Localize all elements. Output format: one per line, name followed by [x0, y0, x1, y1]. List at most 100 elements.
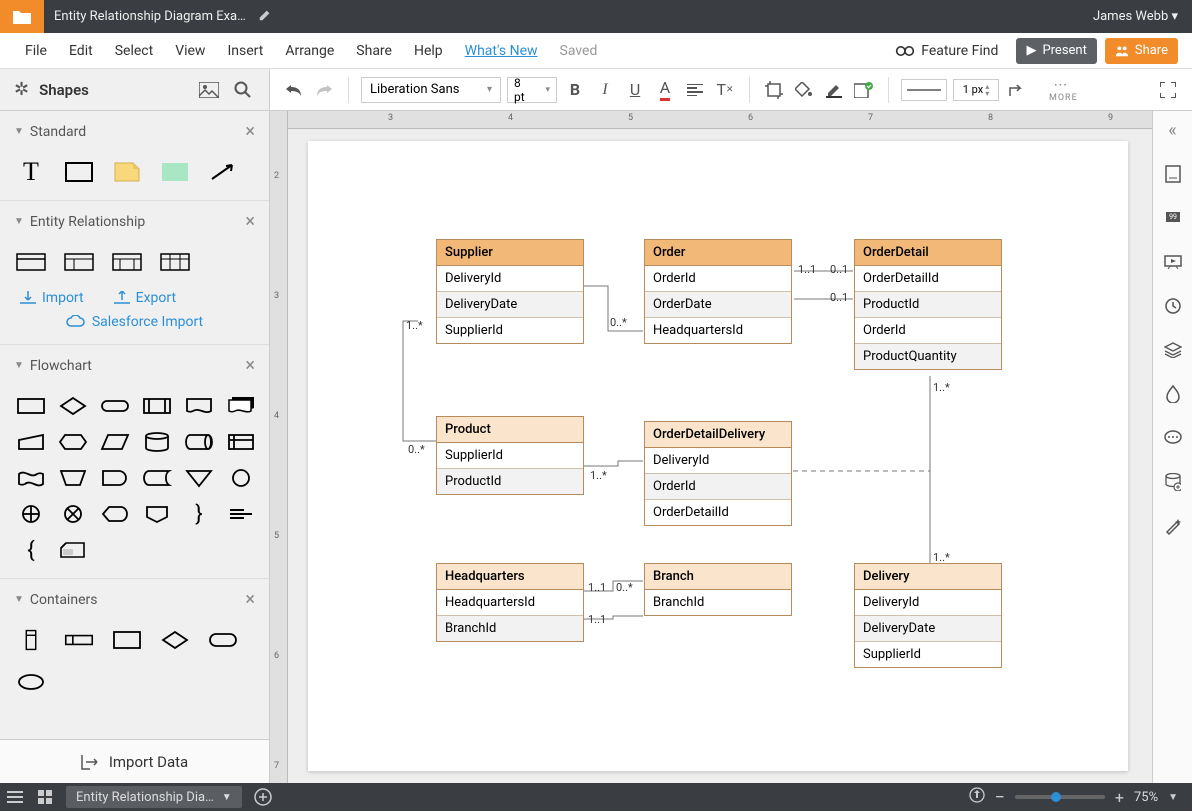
- arrow-shape[interactable]: [206, 158, 240, 186]
- line-width-select[interactable]: 1 px▴▾: [953, 79, 999, 101]
- page-tab[interactable]: Entity Relationship Dia… ▼: [66, 786, 242, 808]
- menu-select[interactable]: Select: [104, 43, 164, 59]
- er-shape-3[interactable]: [110, 248, 144, 276]
- entity-order[interactable]: Order OrderId OrderDate HeadquartersId: [644, 239, 792, 344]
- connector-button[interactable]: [1005, 78, 1029, 102]
- import-data-button[interactable]: Import Data: [0, 739, 269, 783]
- doc-icon[interactable]: [0, 0, 44, 33]
- canvas-area[interactable]: 2 3 4 5 6 7 3 4 5 6 7 8 9: [270, 111, 1152, 783]
- data-icon[interactable]: [1162, 471, 1184, 493]
- search-icon[interactable]: [231, 78, 255, 102]
- close-icon[interactable]: ×: [245, 121, 255, 142]
- feature-find[interactable]: Feature Find: [885, 43, 1008, 59]
- user-menu[interactable]: James Webb ▾: [1079, 9, 1192, 24]
- fc-multidoc[interactable]: [224, 392, 258, 420]
- close-icon[interactable]: ×: [245, 211, 255, 232]
- fc-brace-left[interactable]: {: [14, 536, 48, 564]
- chevron-down-icon[interactable]: ▼: [1168, 792, 1178, 803]
- container-6[interactable]: [14, 668, 48, 696]
- share-button[interactable]: Share: [1105, 38, 1178, 64]
- container-3[interactable]: [110, 626, 144, 654]
- undo-button[interactable]: [282, 78, 306, 102]
- shape-check-button[interactable]: [852, 78, 876, 102]
- align-button[interactable]: [683, 78, 707, 102]
- container-5[interactable]: [206, 626, 240, 654]
- panel-containers-header[interactable]: ▼ Containers ×: [0, 578, 269, 620]
- theme-icon[interactable]: [1162, 383, 1184, 405]
- list-view-icon[interactable]: [0, 791, 30, 803]
- er-shape-2[interactable]: [62, 248, 96, 276]
- fc-manual-op[interactable]: [56, 464, 90, 492]
- menu-help[interactable]: Help: [403, 43, 454, 59]
- presentation-icon[interactable]: [1162, 251, 1184, 273]
- bold-button[interactable]: B: [563, 78, 587, 102]
- canvas[interactable]: 1..* 0..* 0..* 1..* 1..1 0..1 0..1 1..* …: [288, 129, 1152, 783]
- container-4[interactable]: [158, 626, 192, 654]
- menu-edit[interactable]: Edit: [58, 43, 104, 59]
- er-import-link[interactable]: Import: [20, 290, 84, 306]
- page[interactable]: 1..* 0..* 0..* 1..* 1..1 0..1 0..1 1..* …: [308, 141, 1128, 771]
- grid-view-icon[interactable]: [30, 790, 60, 804]
- more-button[interactable]: ⋯ MORE: [1043, 77, 1078, 103]
- menu-insert[interactable]: Insert: [216, 43, 274, 59]
- salesforce-import-link[interactable]: Salesforce Import: [66, 314, 203, 330]
- autosync-icon[interactable]: [969, 787, 985, 807]
- gear-icon[interactable]: ✲: [14, 79, 29, 100]
- doc-title[interactable]: Entity Relationship Diagram Exa…: [54, 9, 246, 24]
- magic-icon[interactable]: [1162, 515, 1184, 537]
- fc-card[interactable]: [56, 536, 90, 564]
- present-button[interactable]: ▶ Present: [1016, 38, 1096, 64]
- image-icon[interactable]: [197, 78, 221, 102]
- redo-button[interactable]: [312, 78, 336, 102]
- chat-icon[interactable]: [1162, 427, 1184, 449]
- menu-view[interactable]: View: [164, 43, 216, 59]
- fc-brace-right[interactable]: }: [182, 500, 216, 528]
- comments-icon[interactable]: 99: [1162, 207, 1184, 229]
- menu-share[interactable]: Share: [345, 43, 403, 59]
- layers-icon[interactable]: [1162, 339, 1184, 361]
- block-shape[interactable]: [158, 158, 192, 186]
- crop-button[interactable]: [762, 78, 786, 102]
- border-color-button[interactable]: [822, 78, 846, 102]
- container-1[interactable]: [14, 626, 48, 654]
- zoom-value[interactable]: 75%: [1134, 790, 1158, 805]
- font-size-select[interactable]: 8 pt: [507, 77, 557, 103]
- text-shape[interactable]: T: [14, 158, 48, 186]
- add-page-button[interactable]: [250, 788, 276, 806]
- fc-delay[interactable]: [98, 464, 132, 492]
- line-style-select[interactable]: [901, 79, 947, 101]
- fc-decision[interactable]: [56, 392, 90, 420]
- fc-merge[interactable]: [182, 464, 216, 492]
- fc-preparation[interactable]: [56, 428, 90, 456]
- fc-process[interactable]: [14, 392, 48, 420]
- fc-offpage[interactable]: [140, 500, 174, 528]
- font-select[interactable]: Liberation Sans: [361, 77, 501, 103]
- history-icon[interactable]: [1162, 295, 1184, 317]
- fill-button[interactable]: [792, 78, 816, 102]
- page-settings-icon[interactable]: [1162, 163, 1184, 185]
- entity-orderdetail[interactable]: OrderDetail OrderDetailId ProductId Orde…: [854, 239, 1002, 370]
- er-shape-1[interactable]: [14, 248, 48, 276]
- entity-product[interactable]: Product SupplierId ProductId: [436, 416, 584, 495]
- fc-predefined[interactable]: [140, 392, 174, 420]
- zoom-in-button[interactable]: +: [1115, 788, 1124, 807]
- note-shape[interactable]: [110, 158, 144, 186]
- fc-display[interactable]: [98, 500, 132, 528]
- panel-standard-header[interactable]: ▼ Standard ×: [0, 111, 269, 152]
- fc-document[interactable]: [182, 392, 216, 420]
- fc-connector[interactable]: [224, 464, 258, 492]
- fc-terminator[interactable]: [98, 392, 132, 420]
- entity-odd[interactable]: OrderDetailDelivery DeliveryId OrderId O…: [644, 421, 792, 526]
- panel-flowchart-header[interactable]: ▼ Flowchart ×: [0, 344, 269, 386]
- er-shape-4[interactable]: [158, 248, 192, 276]
- panel-er-header[interactable]: ▼ Entity Relationship ×: [0, 200, 269, 242]
- zoom-out-button[interactable]: −: [995, 787, 1005, 808]
- entity-supplier[interactable]: Supplier DeliveryId DeliveryDate Supplie…: [436, 239, 584, 344]
- menu-file[interactable]: File: [14, 43, 58, 59]
- fc-database[interactable]: [140, 428, 174, 456]
- close-icon[interactable]: ×: [245, 355, 255, 376]
- fc-manual-input[interactable]: [14, 428, 48, 456]
- text-color-button[interactable]: A: [653, 78, 677, 102]
- fc-sum[interactable]: [56, 500, 90, 528]
- fc-or[interactable]: [14, 500, 48, 528]
